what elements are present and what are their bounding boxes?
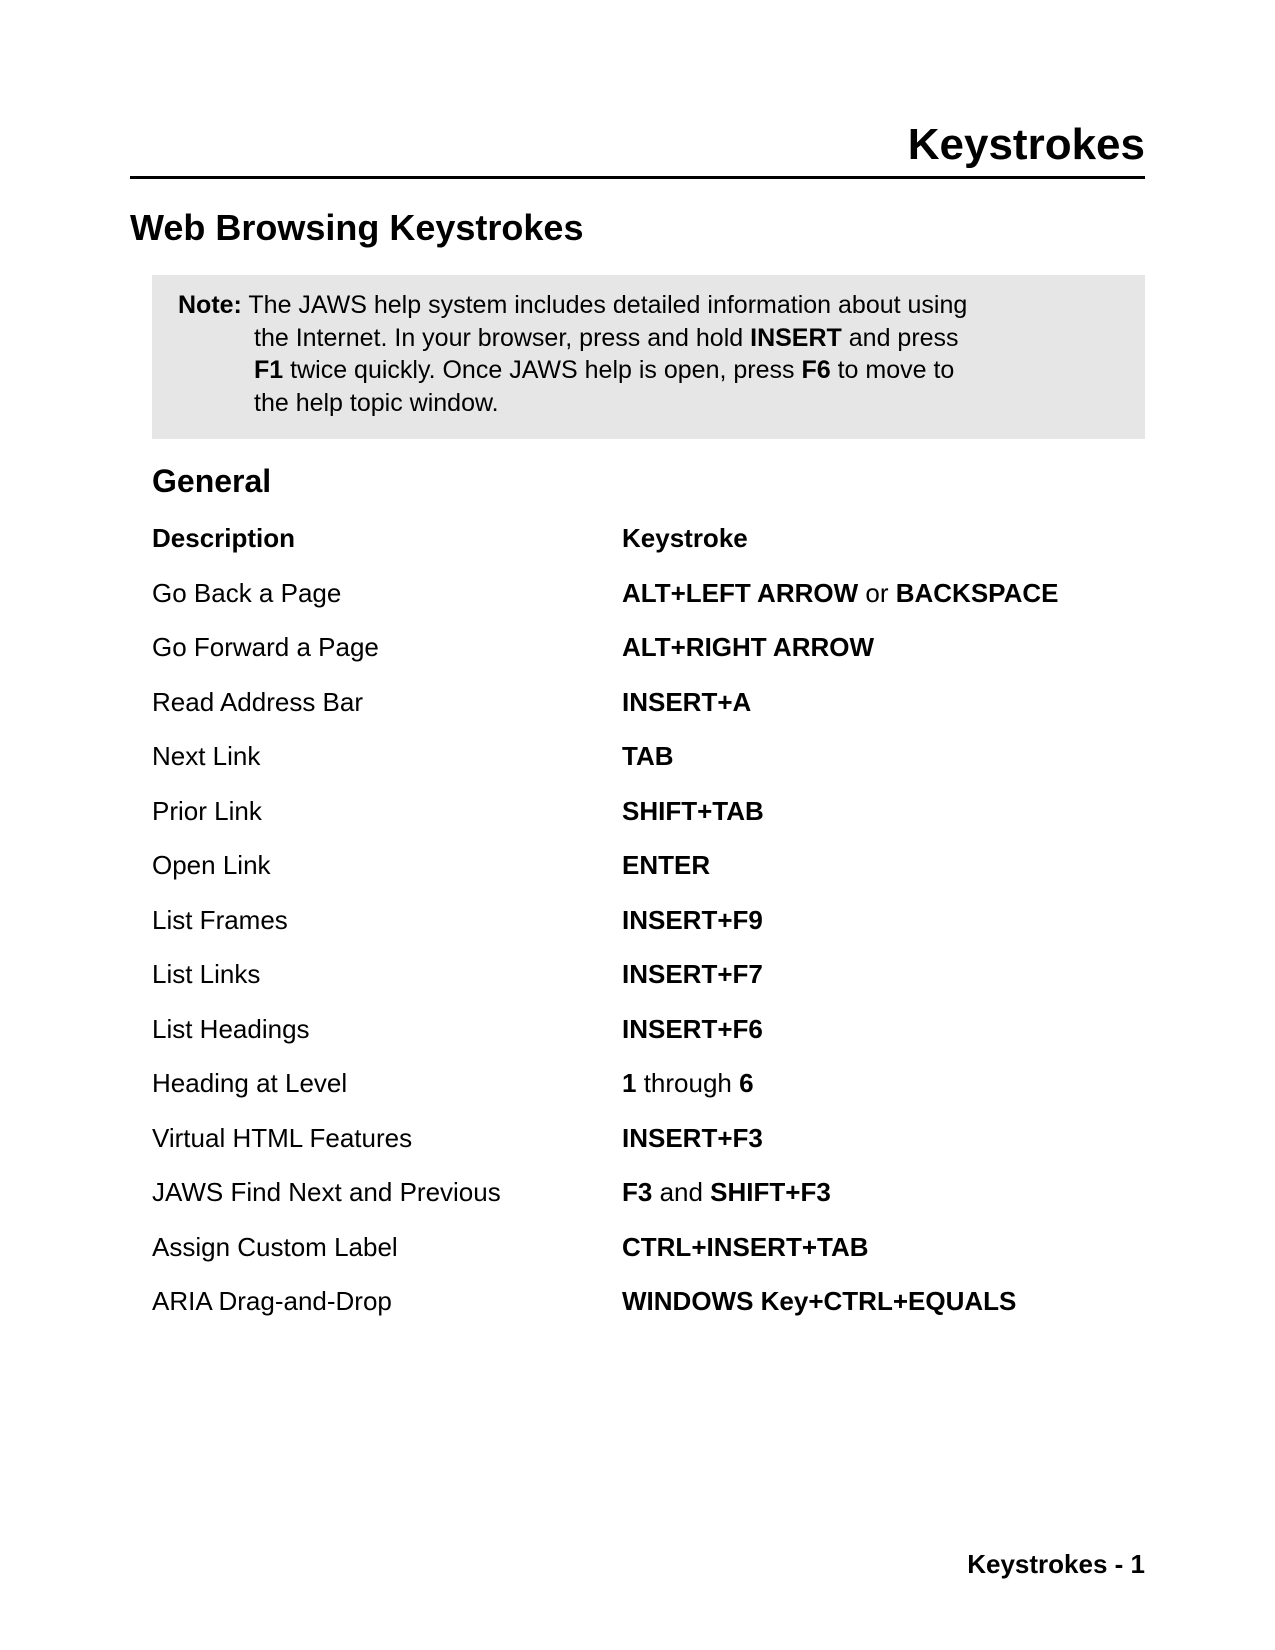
- table-row: Read Address BarINSERT+A: [152, 686, 1145, 719]
- table-row: Next LinkTAB: [152, 740, 1145, 773]
- page: Keystrokes Web Browsing Keystrokes Note:…: [0, 0, 1275, 1650]
- header-keystroke: Keystroke: [622, 522, 1145, 555]
- table-row: List FramesINSERT+F9: [152, 904, 1145, 937]
- keystroke-token: SHIFT+F3: [710, 1177, 831, 1207]
- table-header-row: Description Keystroke: [152, 522, 1145, 555]
- cell-description: Open Link: [152, 849, 622, 882]
- cell-description: ARIA Drag-and-Drop: [152, 1285, 622, 1318]
- section-title: Web Browsing Keystrokes: [130, 207, 1145, 249]
- table-row: List LinksINSERT+F7: [152, 958, 1145, 991]
- cell-description: JAWS Find Next and Previous: [152, 1176, 622, 1209]
- note-box: Note: The JAWS help system includes deta…: [152, 275, 1145, 439]
- keystroke-token: 1: [622, 1068, 636, 1098]
- keystroke-text: or: [858, 578, 896, 608]
- keystroke-token: INSERT+F7: [622, 959, 763, 989]
- cell-keystroke: ENTER: [622, 849, 1145, 882]
- table-row: Open LinkENTER: [152, 849, 1145, 882]
- cell-description: Assign Custom Label: [152, 1231, 622, 1264]
- cell-description: List Frames: [152, 904, 622, 937]
- note-text: twice quickly. Once JAWS help is open, p…: [283, 356, 801, 384]
- table-row: Heading at Level1 through 6: [152, 1067, 1145, 1100]
- note-text: to move to: [831, 356, 955, 384]
- keystroke-token: WINDOWS Key+CTRL+EQUALS: [622, 1286, 1016, 1316]
- note-key: F6: [801, 356, 830, 384]
- keystroke-token: TAB: [622, 741, 674, 771]
- table-row: ARIA Drag-and-DropWINDOWS Key+CTRL+EQUAL…: [152, 1285, 1145, 1318]
- keystroke-token: ALT+RIGHT ARROW: [622, 632, 874, 662]
- cell-description: Prior Link: [152, 795, 622, 828]
- cell-keystroke: TAB: [622, 740, 1145, 773]
- cell-keystroke: CTRL+INSERT+TAB: [622, 1231, 1145, 1264]
- cell-description: Next Link: [152, 740, 622, 773]
- cell-keystroke: INSERT+F9: [622, 904, 1145, 937]
- cell-keystroke: WINDOWS Key+CTRL+EQUALS: [622, 1285, 1145, 1318]
- keystroke-token: 6: [739, 1068, 753, 1098]
- subsection-title: General: [152, 463, 1145, 500]
- table-row: Prior LinkSHIFT+TAB: [152, 795, 1145, 828]
- cell-description: List Links: [152, 958, 622, 991]
- keystroke-text: through: [636, 1068, 739, 1098]
- keystroke-token: SHIFT+TAB: [622, 796, 764, 826]
- table-row: Assign Custom LabelCTRL+INSERT+TAB: [152, 1231, 1145, 1264]
- keystroke-token: CTRL+INSERT+TAB: [622, 1232, 869, 1262]
- cell-keystroke: INSERT+F6: [622, 1013, 1145, 1046]
- cell-description: Heading at Level: [152, 1067, 622, 1100]
- note-text: the help topic window.: [254, 389, 499, 417]
- table-row: Go Forward a PageALT+RIGHT ARROW: [152, 631, 1145, 664]
- keystroke-token: INSERT+F9: [622, 905, 763, 935]
- cell-keystroke: INSERT+F3: [622, 1122, 1145, 1155]
- keystroke-text: and: [652, 1177, 710, 1207]
- table-row: JAWS Find Next and PreviousF3 and SHIFT+…: [152, 1176, 1145, 1209]
- document-title: Keystrokes: [130, 120, 1145, 179]
- table-row: Go Back a PageALT+LEFT ARROW or BACKSPAC…: [152, 577, 1145, 610]
- table-row: List HeadingsINSERT+F6: [152, 1013, 1145, 1046]
- keystroke-token: BACKSPACE: [896, 578, 1059, 608]
- note-label: Note:: [178, 291, 242, 319]
- cell-keystroke: ALT+LEFT ARROW or BACKSPACE: [622, 577, 1145, 610]
- cell-description: Virtual HTML Features: [152, 1122, 622, 1155]
- note-text: the Internet. In your browser, press and…: [254, 324, 750, 352]
- page-footer: Keystrokes - 1: [967, 1549, 1145, 1580]
- cell-description: List Headings: [152, 1013, 622, 1046]
- keystroke-token: F3: [622, 1177, 652, 1207]
- note-key: F1: [254, 356, 283, 384]
- table-row: Virtual HTML FeaturesINSERT+F3: [152, 1122, 1145, 1155]
- note-text: and press: [842, 324, 959, 352]
- cell-keystroke: INSERT+A: [622, 686, 1145, 719]
- keystroke-token: INSERT+F3: [622, 1123, 763, 1153]
- cell-description: Read Address Bar: [152, 686, 622, 719]
- keystroke-token: ENTER: [622, 850, 710, 880]
- cell-keystroke: 1 through 6: [622, 1067, 1145, 1100]
- keystroke-table: Description Keystroke Go Back a PageALT+…: [152, 522, 1145, 1318]
- cell-keystroke: INSERT+F7: [622, 958, 1145, 991]
- keystroke-token: INSERT+F6: [622, 1014, 763, 1044]
- cell-keystroke: SHIFT+TAB: [622, 795, 1145, 828]
- note-key: INSERT: [750, 324, 842, 352]
- cell-description: Go Back a Page: [152, 577, 622, 610]
- cell-description: Go Forward a Page: [152, 631, 622, 664]
- cell-keystroke: ALT+RIGHT ARROW: [622, 631, 1145, 664]
- note-text: The JAWS help system includes detailed i…: [248, 291, 967, 319]
- header-description: Description: [152, 522, 622, 555]
- keystroke-token: ALT+LEFT ARROW: [622, 578, 858, 608]
- cell-keystroke: F3 and SHIFT+F3: [622, 1176, 1145, 1209]
- keystroke-token: INSERT+A: [622, 687, 751, 717]
